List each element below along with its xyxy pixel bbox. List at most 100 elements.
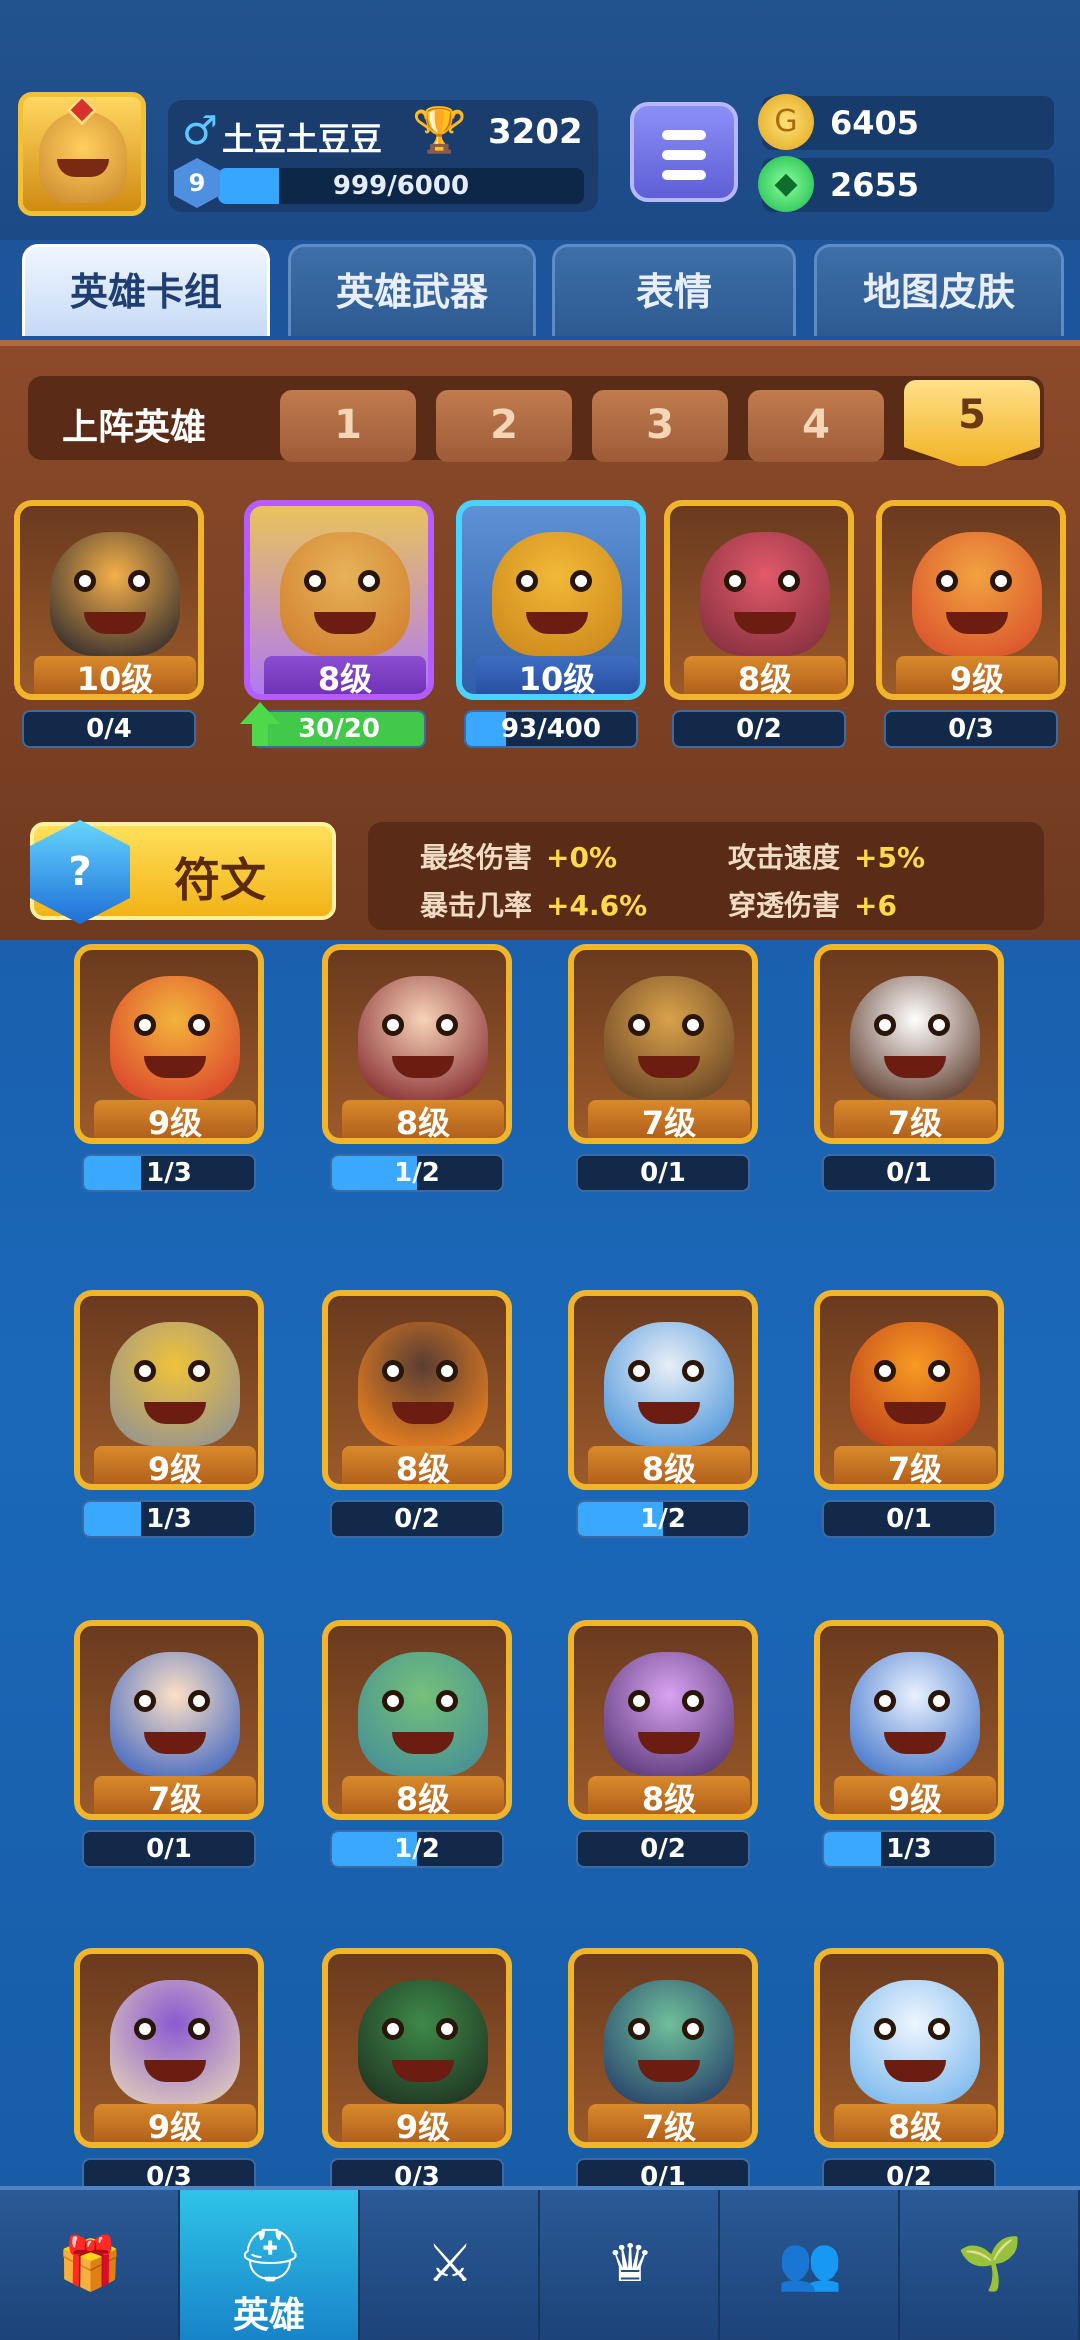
hero-eye	[874, 1014, 896, 1036]
hero-card-progress: 0/4	[22, 710, 196, 748]
gem-counter[interactable]: ◆ 2655	[758, 156, 1054, 212]
hero-level: 7级	[94, 1776, 256, 1814]
rune-label: 符文	[174, 853, 266, 907]
hero-level: 9级	[94, 1100, 256, 1138]
hero-portrait: 10级	[14, 500, 204, 700]
hero-card-progress: 0/1	[82, 1830, 256, 1868]
hero-level: 8级	[342, 1776, 504, 1814]
gold-counter[interactable]: G 6405	[758, 94, 1054, 150]
hero-eye	[682, 2018, 704, 2040]
hero-eye	[682, 1360, 704, 1382]
hero-card-progress-text: 1/2	[394, 1834, 440, 1864]
nav-item-knight-helmet[interactable]: ⛑ 英雄	[180, 2190, 360, 2340]
player-level-badge: 9	[174, 158, 220, 208]
hero-level: 7级	[834, 1446, 996, 1484]
hero-head	[358, 1322, 488, 1446]
hero-eye	[682, 1690, 704, 1712]
hero-card-progress: 0/1	[822, 1500, 996, 1538]
deck-slot-4[interactable]: 4	[748, 390, 884, 462]
hero-eye	[990, 570, 1012, 592]
male-gender-icon: ♂	[182, 108, 218, 154]
hero-portrait: 8级	[664, 500, 854, 700]
hero-card-progress: 0/2	[576, 1830, 750, 1868]
hero-portrait: 9级	[74, 1948, 264, 2148]
hero-portrait: 9级	[74, 944, 264, 1144]
hero-eye	[188, 2018, 210, 2040]
hero-eye	[128, 570, 150, 592]
hero-card-progress-text: 0/3	[948, 714, 994, 744]
hero-level: 8级	[684, 656, 846, 694]
hero-card-progress: 0/1	[822, 1154, 996, 1192]
hero-card-progress: 0/3	[884, 710, 1058, 748]
hero-eye	[936, 570, 958, 592]
hero-card-progress-text: 0/1	[146, 1834, 192, 1864]
nav-item-team-banner[interactable]: 👥	[720, 2190, 900, 2340]
hero-head	[850, 1652, 980, 1776]
hero-level: 8级	[588, 1446, 750, 1484]
hero-portrait: 8级	[814, 1948, 1004, 2148]
rune-button[interactable]: ? 符文	[30, 820, 336, 924]
hero-head	[50, 532, 180, 656]
deck-slot-5[interactable]: 5	[904, 380, 1040, 466]
hero-level: 10级	[34, 656, 196, 694]
nav-item-crossed-swords[interactable]: ⚔	[360, 2190, 540, 2340]
menu-bar-icon	[662, 170, 706, 180]
hero-head	[492, 532, 622, 656]
hero-eye	[134, 1360, 156, 1382]
hero-card-progress-text: 0/2	[736, 714, 782, 744]
crossed-swords-icon: ⚔	[426, 2234, 474, 2294]
hero-card-progress-text: 1/3	[886, 1834, 932, 1864]
hero-eye	[382, 2018, 404, 2040]
hero-head	[912, 532, 1042, 656]
hero-card-progress-text: 0/2	[394, 1504, 440, 1534]
tab-hero-weapons[interactable]: 英雄武器	[288, 244, 536, 336]
hero-head	[358, 1980, 488, 2104]
hero-eye	[516, 570, 538, 592]
hero-level: 10级	[476, 656, 638, 694]
nav-label: 英雄	[232, 2295, 305, 2336]
hero-eye	[570, 570, 592, 592]
menu-button[interactable]	[630, 102, 738, 202]
gold-coin-icon: G	[758, 94, 814, 150]
nav-item-sprout-island[interactable]: 🌱	[900, 2190, 1080, 2340]
gold-amount: 6405	[830, 104, 920, 142]
hero-eye	[874, 1360, 896, 1382]
hero-eye	[382, 1690, 404, 1712]
hero-card-progress-text: 30/20	[298, 714, 380, 744]
deck-slot-3[interactable]: 3	[592, 390, 728, 462]
nav-item-treasure-chest[interactable]: 🎁	[0, 2190, 180, 2340]
hero-eye	[874, 2018, 896, 2040]
nav-item-crown-shield[interactable]: ♛	[540, 2190, 720, 2340]
hero-card-progress: 0/2	[330, 1500, 504, 1538]
tab-map-skins[interactable]: 地图皮肤	[814, 244, 1064, 336]
hero-level: 8级	[588, 1776, 750, 1814]
player-avatar[interactable]	[18, 92, 146, 216]
hero-eye	[628, 2018, 650, 2040]
tab-hero-deck[interactable]: 英雄卡组	[22, 244, 270, 336]
hero-level: 8级	[264, 656, 426, 694]
stat-crit-chance: 暴击几率 +4.6%	[420, 889, 648, 922]
hero-eye	[134, 1690, 156, 1712]
stat-attack-speed: 攻击速度 +5%	[728, 841, 926, 874]
knight-helmet-icon: ⛑	[236, 2226, 303, 2286]
deck-slot-1[interactable]: 1	[280, 390, 416, 462]
tab-emotes[interactable]: 表情	[552, 244, 796, 336]
trophy-icon: 🏆	[412, 105, 467, 156]
hero-card-progress: 1/3	[82, 1500, 256, 1538]
deck-slot-2[interactable]: 2	[436, 390, 572, 462]
hero-portrait: 7级	[814, 1290, 1004, 1490]
hero-level: 9级	[834, 1776, 996, 1814]
hero-eye	[436, 1690, 458, 1712]
hero-portrait: 9级	[322, 1948, 512, 2148]
hero-card-progress: 1/2	[330, 1830, 504, 1868]
hero-eye	[682, 1014, 704, 1036]
hero-eye	[436, 1360, 458, 1382]
hero-portrait: 7级	[814, 944, 1004, 1144]
hero-portrait: 7级	[74, 1620, 264, 1820]
hero-card-progress-text: 1/2	[640, 1504, 686, 1534]
hero-portrait: 7级	[568, 1948, 758, 2148]
hero-level: 8级	[342, 1100, 504, 1138]
hero-card-progress: 1/3	[82, 1154, 256, 1192]
hero-eye	[134, 1014, 156, 1036]
hero-head	[110, 1652, 240, 1776]
